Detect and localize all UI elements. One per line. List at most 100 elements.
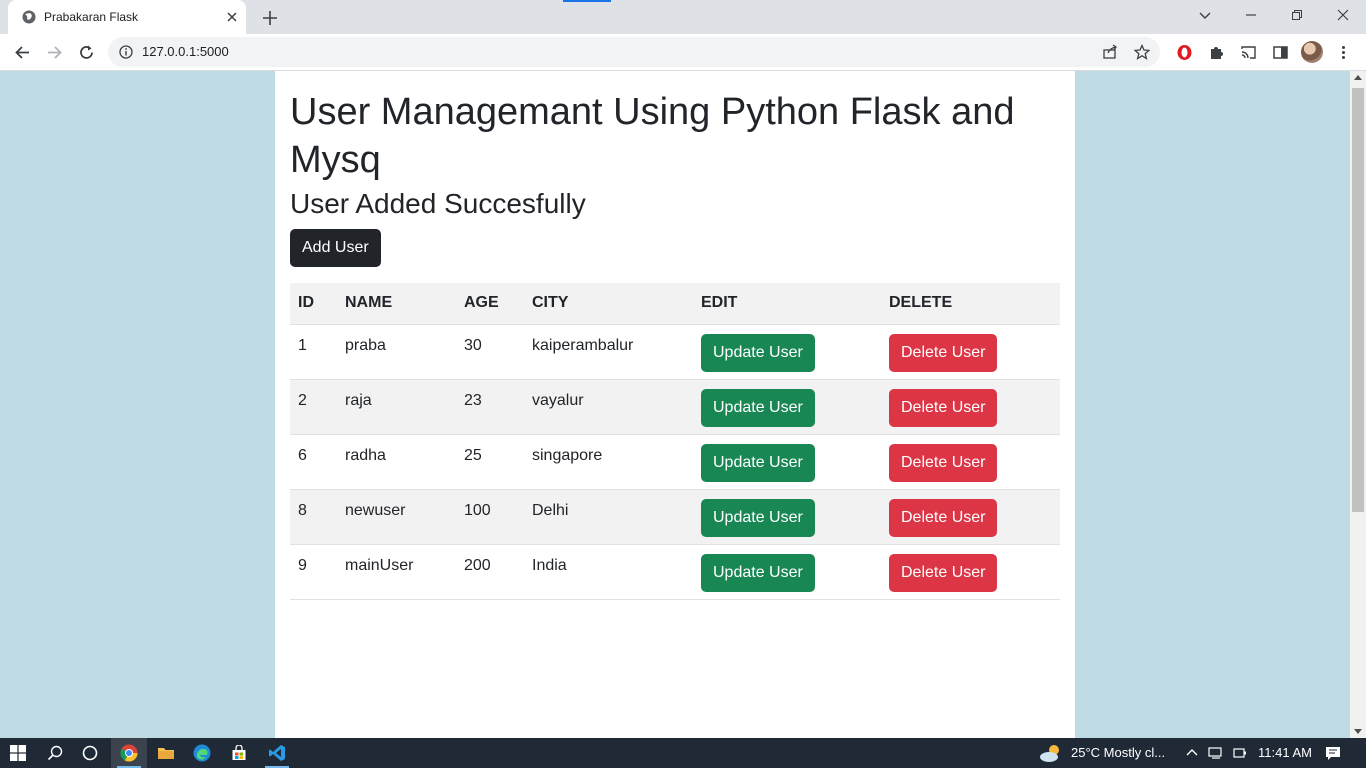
scroll-up-arrow-icon[interactable] [1354, 75, 1362, 80]
more-vertical-icon [1341, 45, 1345, 59]
browser-tab[interactable]: Prabakaran Flask [8, 0, 246, 34]
browser-toolbar: 127.0.0.1:5000 [0, 34, 1366, 71]
column-header-city: CITY [524, 283, 693, 325]
tray-overflow-button[interactable] [1180, 741, 1204, 765]
page-scrollbar[interactable] [1350, 71, 1366, 738]
update-user-button[interactable]: Update User [701, 498, 815, 537]
delete-user-button[interactable]: Delete User [889, 333, 998, 372]
scroll-down-arrow-icon[interactable] [1354, 729, 1362, 734]
start-button[interactable] [6, 741, 30, 765]
column-header-name: NAME [337, 283, 456, 325]
cell-id: 1 [290, 324, 337, 380]
update-user-button[interactable]: Update User [701, 553, 815, 592]
cell-city: singapore [524, 434, 693, 490]
back-button[interactable] [12, 42, 32, 62]
arrow-left-icon [14, 45, 29, 59]
minimize-button[interactable] [1228, 0, 1274, 30]
cell-age: 25 [456, 434, 524, 490]
users-table: ID NAME AGE CITY EDIT DELETE 1 praba 30 … [290, 283, 1060, 600]
chevron-down-icon [1199, 12, 1211, 19]
address-bar[interactable]: 127.0.0.1:5000 [108, 37, 1160, 67]
table-header-row: ID NAME AGE CITY EDIT DELETE [290, 283, 1060, 325]
network-button[interactable] [1204, 741, 1228, 765]
cell-age: 100 [456, 489, 524, 545]
tab-search-button[interactable] [1182, 0, 1228, 30]
tab-loading-indicator [563, 0, 611, 2]
restore-button[interactable] [1274, 0, 1320, 30]
cell-name: mainUser [337, 544, 456, 600]
cast-button[interactable] [1238, 42, 1258, 62]
cell-age: 30 [456, 324, 524, 380]
cell-city: kaiperambalur [524, 324, 693, 380]
cell-delete: Delete User [881, 379, 1060, 435]
vscode-icon [269, 745, 285, 761]
close-tab-icon[interactable] [224, 9, 240, 25]
cell-id: 2 [290, 379, 337, 435]
volume-button[interactable] [1228, 741, 1252, 765]
column-header-delete: DELETE [881, 283, 1060, 325]
cell-delete: Delete User [881, 434, 1060, 490]
chevron-up-icon [1186, 749, 1198, 756]
delete-user-button[interactable]: Delete User [889, 388, 998, 427]
chrome-taskbar-button[interactable] [117, 741, 141, 765]
profile-avatar[interactable] [1301, 41, 1323, 63]
cell-name: newuser [337, 489, 456, 545]
close-icon [1337, 9, 1349, 21]
store-taskbar-button[interactable] [227, 741, 251, 765]
clock-time[interactable]: 11:41 AM [1258, 745, 1312, 760]
delete-user-button[interactable]: Delete User [889, 443, 998, 482]
table-row: 1 praba 30 kaiperambalur Update User Del… [290, 324, 1060, 380]
new-tab-icon[interactable] [260, 8, 280, 28]
update-user-button[interactable]: Update User [701, 333, 815, 372]
cell-city: Delhi [524, 489, 693, 545]
delete-user-button[interactable]: Delete User [889, 498, 998, 537]
tab-strip: Prabakaran Flask [0, 0, 1366, 34]
info-icon[interactable] [119, 45, 133, 59]
tab-title: Prabakaran Flask [44, 10, 139, 24]
vscode-taskbar-button[interactable] [265, 741, 289, 765]
puzzle-icon [1210, 46, 1223, 59]
browser-menu-button[interactable] [1333, 42, 1353, 62]
table-row: 8 newuser 100 Delhi Update User Delete U… [290, 489, 1060, 545]
table-row: 2 raja 23 vayalur Update User Delete Use… [290, 379, 1060, 435]
windows-logo-icon [10, 745, 26, 761]
extensions-button[interactable] [1206, 42, 1226, 62]
delete-user-button[interactable]: Delete User [889, 553, 998, 592]
cell-age: 23 [456, 379, 524, 435]
file-explorer-taskbar-button[interactable] [154, 741, 178, 765]
page-viewport: User Managemant Using Python Flask and M… [0, 71, 1350, 738]
cell-delete: Delete User [881, 489, 1060, 545]
update-user-button[interactable]: Update User [701, 388, 815, 427]
table-row: 9 mainUser 200 India Update User Delete … [290, 544, 1060, 600]
cell-edit: Update User [693, 544, 881, 600]
cortana-circle-icon [82, 745, 98, 761]
chrome-icon [120, 744, 138, 762]
partly-cloudy-icon [1040, 745, 1059, 762]
edge-taskbar-button[interactable] [190, 741, 214, 765]
add-user-button[interactable]: Add User [290, 229, 381, 267]
search-button[interactable] [43, 741, 67, 765]
minimize-icon [1246, 14, 1256, 16]
opera-extension-button[interactable] [1174, 42, 1194, 62]
cell-id: 8 [290, 489, 337, 545]
scrollbar-thumb[interactable] [1352, 88, 1364, 512]
close-window-button[interactable] [1320, 0, 1366, 30]
weather-button[interactable] [1039, 741, 1063, 765]
column-header-id: ID [290, 283, 337, 325]
share-icon[interactable] [1102, 44, 1118, 60]
cell-name: praba [337, 324, 456, 380]
reload-icon [79, 45, 93, 59]
cell-edit: Update User [693, 324, 881, 380]
cell-edit: Update User [693, 489, 881, 545]
forward-button[interactable] [44, 42, 64, 62]
cell-name: raja [337, 379, 456, 435]
update-user-button[interactable]: Update User [701, 443, 815, 482]
bookmark-star-icon[interactable] [1134, 44, 1150, 60]
side-panel-button[interactable] [1270, 42, 1290, 62]
weather-text[interactable]: 25°C Mostly cl... [1071, 745, 1165, 760]
reload-button[interactable] [76, 42, 96, 62]
store-bag-icon [232, 745, 246, 760]
cell-edit: Update User [693, 379, 881, 435]
notifications-button[interactable] [1321, 741, 1345, 765]
cortana-button[interactable] [78, 741, 102, 765]
